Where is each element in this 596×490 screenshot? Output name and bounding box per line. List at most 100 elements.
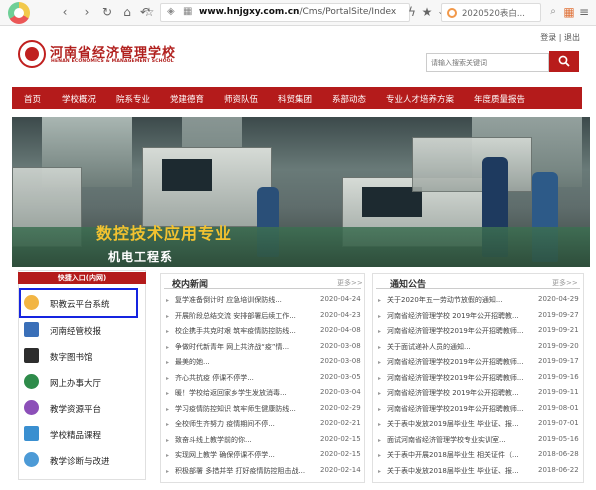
list-item[interactable]: ▸ 河南省经济管理学校2019年公开招聘教师... 2019-09-17	[378, 356, 588, 369]
nav-item-party[interactable]: 党建德育	[170, 93, 204, 105]
list-item[interactable]: ▸ 开展阶段总结交流 安排部署后续工作... 2020-04-23	[166, 310, 370, 323]
list-item-title[interactable]: 关于面试递补人员的通知...	[387, 342, 535, 352]
site-search-input[interactable]	[426, 53, 549, 72]
url-host: www.hnjgxy.com.cn	[199, 7, 300, 17]
campus-news-more-link[interactable]: 更多>>	[337, 278, 363, 288]
quick-link-label: 职教云平台系统	[50, 300, 110, 310]
bullet-icon: ▸	[378, 374, 382, 382]
back-icon[interactable]: ‹	[58, 5, 72, 19]
list-item[interactable]: ▸ 关于面试递补人员的通知... 2019-09-20	[378, 341, 588, 354]
favorite-icon[interactable]: ★	[420, 5, 434, 19]
menu-icon[interactable]: ≡	[577, 5, 591, 19]
list-item-date: 2020-02-14	[320, 465, 361, 474]
list-item-title[interactable]: 河南省经济管理学校2019年公开招聘教师...	[387, 373, 535, 383]
list-item[interactable]: ▸ 争做时代新青年 网上共济战“疫”情... 2020-03-08	[166, 341, 370, 354]
list-item-title[interactable]: 全校师生齐努力 疫情期间不停...	[175, 419, 315, 429]
nav-item-quality-report[interactable]: 年度质量报告	[474, 93, 525, 105]
browser-logo-icon[interactable]	[8, 2, 30, 24]
list-item-title[interactable]: 开展阶段总结交流 安排部署后续工作...	[175, 311, 315, 321]
list-item-date: 2020-04-24	[320, 295, 361, 303]
site-search-button[interactable]	[549, 51, 579, 72]
list-item[interactable]: ▸ 面试河南省经济管理学校专业实训室... 2019-05-16	[378, 434, 588, 447]
list-item[interactable]: ▸ 暖！学校给返回家乡学生发放消毒... 2020-03-04	[166, 387, 370, 400]
list-item-title[interactable]: 河南省经济管理学校2019年公开招聘教师...	[387, 357, 535, 367]
school-logo-icon[interactable]	[18, 40, 46, 68]
notices-heading[interactable]: 通知公告	[390, 277, 426, 290]
list-item-title[interactable]: 面试河南省经济管理学校专业实训室...	[387, 435, 535, 445]
quick-link-library[interactable]: 数字图书馆	[24, 348, 139, 366]
list-item-title[interactable]: 致奋斗线上教学前的你...	[175, 435, 315, 445]
list-item[interactable]: ▸ 关于2020年五一劳动节放假的通知... 2020-04-29	[378, 294, 588, 307]
browser-search-box[interactable]: 2020520表白...	[441, 3, 541, 22]
list-item-title[interactable]: 复学准备倒计时 应急培训保防线...	[175, 295, 315, 305]
quick-link-label: 河南经管校报	[50, 327, 102, 337]
notices-more-link[interactable]: 更多>>	[552, 278, 578, 288]
reload-icon[interactable]: ↻	[100, 5, 114, 19]
quick-link-diagnosis[interactable]: 教学诊断与改进	[24, 452, 139, 470]
list-item[interactable]: ▸ 实现网上教学 确保停课不停学... 2020-02-15	[166, 449, 370, 462]
list-item-title[interactable]: 关于表中发放2018届毕业生 毕业证、报...	[387, 466, 535, 476]
lightning-icon[interactable]: ϟ	[405, 5, 419, 19]
nav-item-dept-news[interactable]: 系部动态	[332, 93, 366, 105]
list-item-title[interactable]: 齐心共抗疫 停课不停学...	[175, 373, 315, 383]
quick-link-label: 教学资源平台	[50, 405, 102, 415]
list-item-title[interactable]: 河南省经济管理学校 2019年公开招聘教...	[387, 388, 535, 398]
list-item-title[interactable]: 实现网上教学 确保停课不停学...	[175, 450, 315, 460]
list-item[interactable]: ▸ 河南省经济管理学校2019年公开招聘教师... 2019-09-21	[378, 325, 588, 338]
list-item-title[interactable]: 河南省经济管理学校2019年公开招聘教师...	[387, 404, 535, 414]
nav-item-group[interactable]: 科贸集团	[278, 93, 312, 105]
list-item[interactable]: ▸ 齐心共抗疫 停课不停学... 2020-03-05	[166, 372, 370, 385]
nav-item-training-plan[interactable]: 专业人才培养方案	[386, 93, 454, 105]
list-item-title[interactable]: 暖！学校给返回家乡学生发放消毒...	[175, 388, 315, 398]
search-icon[interactable]: ⌕	[546, 5, 560, 19]
nav-item-faculty[interactable]: 师资队伍	[224, 93, 258, 105]
bookmark-star-icon[interactable]: ☆	[142, 5, 156, 19]
list-item-date: 2019-09-21	[538, 326, 579, 334]
list-item[interactable]: ▸ 致奋斗线上教学前的你... 2020-02-15	[166, 434, 370, 447]
list-item-title[interactable]: 关于2020年五一劳动节放假的通知...	[387, 295, 535, 305]
list-item-title[interactable]: 关于表中发放2019届毕业生 毕业证、报...	[387, 419, 535, 429]
bullet-icon: ▸	[378, 297, 382, 304]
list-item[interactable]: ▸ 河南省经济管理学校 2019年公开招聘教... 2019-09-27	[378, 310, 588, 323]
list-item-title[interactable]: 积极部署 多措并举 打好疫情防控阻击战...	[175, 466, 315, 476]
list-item-title[interactable]: 争做时代新青年 网上共济战“疫”情...	[175, 342, 315, 352]
forward-icon[interactable]: ›	[80, 5, 94, 19]
quick-link-resources[interactable]: 教学资源平台	[24, 400, 139, 418]
home-icon[interactable]: ⌂	[120, 5, 134, 19]
list-item-title[interactable]: 学习疫情防控知识 筑牢师生健康防线...	[175, 404, 315, 414]
list-item[interactable]: ▸ 关于表中发放2018届毕业生 毕业证、报... 2018-06-22	[378, 465, 588, 478]
list-item-title[interactable]: 河南省经济管理学校2019年公开招聘教师...	[387, 326, 535, 336]
list-item[interactable]: ▸ 复学准备倒计时 应急培训保防线... 2020-04-24	[166, 294, 370, 307]
list-item[interactable]: ▸ 校企携手共克时艰 筑牢疫情防控防线... 2020-04-08	[166, 325, 370, 338]
list-item[interactable]: ▸ 河南省经济管理学校2019年公开招聘教师... 2019-09-16	[378, 372, 588, 385]
quick-link-zhijiaoyun[interactable]: 职教云平台系统	[24, 295, 139, 313]
hero-banner[interactable]	[12, 117, 590, 267]
list-item[interactable]: ▸ 河南省经济管理学校 2019年公开招聘教... 2019-09-11	[378, 387, 588, 400]
list-item-title[interactable]: 河南省经济管理学校 2019年公开招聘教...	[387, 311, 535, 321]
nav-item-departments[interactable]: 院系专业	[116, 93, 150, 105]
list-item[interactable]: ▸ 学习疫情防控知识 筑牢师生健康防线... 2020-02-29	[166, 403, 370, 416]
quick-link-service-hall[interactable]: 网上办事大厅	[24, 374, 139, 392]
list-item-title[interactable]: 关于表中开展2018届毕业生 相关证件（...	[387, 450, 535, 460]
cloud-platform-icon	[24, 295, 39, 310]
apps-icon[interactable]: ▦	[562, 5, 576, 19]
banner-subtitle: 机电工程系	[108, 250, 174, 264]
list-item[interactable]: ▸ 全校师生齐努力 疫情期间不停... 2020-02-21	[166, 418, 370, 431]
quick-link-school-paper[interactable]: 河南经管校报	[24, 322, 139, 340]
quick-link-courses[interactable]: 学校精品课程	[24, 426, 139, 444]
campus-news-heading[interactable]: 校内新闻	[172, 277, 208, 290]
newspaper-icon	[24, 322, 39, 337]
address-bar[interactable]: ◈ ▦ www.hnjgxy.com.cn/Cms/PortalSite/Ind…	[160, 3, 410, 22]
list-item[interactable]: ▸ 积极部署 多措并举 打好疫情防控阻击战... 2020-02-14	[166, 465, 370, 478]
list-item[interactable]: ▸ 关于表中开展2018届毕业生 相关证件（... 2018-06-28	[378, 449, 588, 462]
list-item-title[interactable]: 校企携手共克时艰 筑牢疫情防控防线...	[175, 326, 315, 336]
nav-item-home[interactable]: 首页	[24, 93, 41, 105]
list-item[interactable]: ▸ 关于表中发放2019届毕业生 毕业证、报... 2019-07-01	[378, 418, 588, 431]
list-item-title[interactable]: 最美的她...	[175, 357, 315, 367]
list-item[interactable]: ▸ 河南省经济管理学校2019年公开招聘教师... 2019-08-01	[378, 403, 588, 416]
logout-link[interactable]: 退出	[564, 33, 580, 42]
login-link[interactable]: 登录	[540, 33, 556, 42]
nav-item-overview[interactable]: 学校概况	[62, 93, 96, 105]
list-item[interactable]: ▸ 最美的她... 2020-03-08	[166, 356, 370, 369]
login-separator: |	[558, 33, 562, 42]
